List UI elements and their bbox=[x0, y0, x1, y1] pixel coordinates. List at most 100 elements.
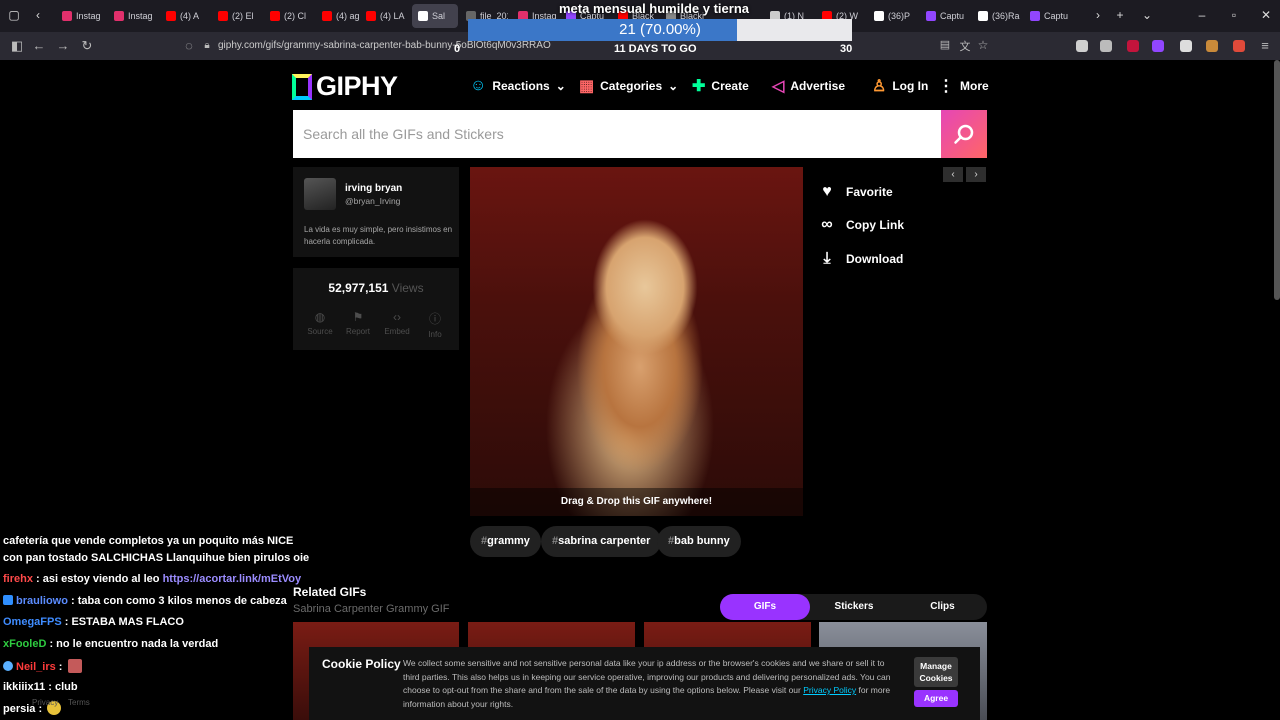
tab-stickers[interactable]: Stickers bbox=[810, 594, 898, 620]
nav-login[interactable]: ♙ Log In bbox=[872, 76, 928, 96]
account-icon[interactable] bbox=[1076, 40, 1088, 52]
chat-username: Neil_irs bbox=[16, 661, 56, 673]
browser-tab[interactable]: Sal bbox=[412, 4, 458, 28]
shield-icon[interactable]: ◌ bbox=[180, 38, 198, 53]
goal-max: 30 bbox=[840, 43, 853, 55]
menu-icon[interactable]: ≡ bbox=[1256, 38, 1274, 53]
puzzle-icon[interactable] bbox=[1180, 40, 1192, 52]
minimize-icon[interactable]: – bbox=[1192, 8, 1212, 22]
next-arrow-icon[interactable]: › bbox=[966, 167, 986, 182]
tag-bab-bunny[interactable]: #bab bunny bbox=[657, 526, 741, 557]
search-input[interactable] bbox=[293, 110, 941, 158]
browser-tab[interactable]: Captu bbox=[1024, 4, 1072, 28]
goal-min: 0 bbox=[454, 43, 461, 55]
tag-grammy[interactable]: #grammy bbox=[470, 526, 541, 557]
nav-reactions[interactable]: ☺ Reactions ⌄ bbox=[470, 76, 566, 96]
tab-favicon-icon bbox=[166, 11, 176, 21]
agree-button[interactable]: Agree bbox=[914, 690, 958, 707]
extension-icon[interactable] bbox=[1233, 40, 1245, 52]
smiley-icon: ☺ bbox=[470, 77, 487, 94]
nav-advertise[interactable]: ◁ Advertise bbox=[772, 76, 845, 96]
nav-create[interactable]: ✚ Create bbox=[692, 76, 749, 96]
tab-favicon-icon bbox=[366, 11, 376, 21]
nav-more[interactable]: ⋮ More bbox=[938, 76, 989, 96]
nav-label: Log In bbox=[892, 79, 929, 93]
chat-username: ikkiiix11 bbox=[3, 681, 46, 693]
info-button[interactable]: ⓘ Info bbox=[415, 310, 455, 339]
giphy-logo[interactable]: GIPHY bbox=[292, 71, 398, 102]
browser-tab[interactable]: (2) El bbox=[212, 4, 260, 28]
download-button[interactable]: ⤓ Download bbox=[818, 249, 903, 269]
nav-label: Create bbox=[711, 79, 749, 93]
browser-tab[interactable]: (4) ag bbox=[316, 4, 364, 28]
new-tab-icon[interactable]: + bbox=[1110, 8, 1130, 22]
grid-icon: ▦ bbox=[579, 78, 595, 95]
sidebar-icon[interactable]: ◧ bbox=[8, 38, 26, 54]
footer-privacy-link[interactable]: Privacy bbox=[32, 698, 58, 707]
tab-favicon-icon bbox=[218, 11, 228, 21]
chat-line: xFooleD : no le encuentro nada la verdad bbox=[3, 638, 218, 650]
browser-tab[interactable]: (4) A bbox=[160, 4, 208, 28]
embed-button[interactable]: ‹› Embed bbox=[377, 310, 417, 336]
report-button[interactable]: ⚑ Report bbox=[338, 310, 378, 336]
user-card: irving bryan @bryan_Irving La vida es mu… bbox=[293, 167, 459, 257]
gif-stats-card: 52,977,151 Views ◍ Source ⚑ Report ‹› Em… bbox=[293, 268, 459, 350]
tag-label: sabrina carpenter bbox=[558, 535, 651, 547]
maximize-icon[interactable]: ▫ bbox=[1224, 8, 1244, 22]
lock-icon[interactable]: 🔒︎ bbox=[198, 40, 216, 51]
browser-tab[interactable]: (36)P bbox=[868, 4, 916, 28]
tab-overview-icon[interactable]: ▢ bbox=[4, 8, 24, 22]
view-count-label: Views bbox=[391, 281, 424, 295]
tab-favicon-icon bbox=[1030, 11, 1040, 21]
tab-clips[interactable]: Clips bbox=[898, 594, 987, 620]
page-scrollbar[interactable] bbox=[1274, 60, 1280, 300]
back-icon[interactable]: ← bbox=[30, 38, 48, 53]
search-button[interactable] bbox=[941, 110, 987, 158]
manage-cookies-button[interactable]: Manage Cookies bbox=[914, 657, 958, 687]
chat-message: : ESTABA MAS FLACO bbox=[61, 616, 184, 628]
extension-icon[interactable] bbox=[1127, 40, 1139, 52]
previous-arrow-icon[interactable]: ‹ bbox=[943, 167, 963, 182]
search-icon bbox=[954, 124, 974, 144]
flag-icon: ⚑ bbox=[352, 310, 364, 324]
tab-label: (4) LA bbox=[380, 11, 405, 21]
tag-sabrina-carpenter[interactable]: #sabrina carpenter bbox=[541, 526, 662, 557]
gif-drag-caption: Drag & Drop this GIF anywhere! bbox=[470, 488, 803, 516]
close-window-icon[interactable]: ✕ bbox=[1256, 8, 1276, 22]
tabs-scroll-right-icon[interactable]: › bbox=[1088, 8, 1108, 22]
browser-tab[interactable]: Instag bbox=[108, 4, 156, 28]
nav-categories[interactable]: ▦ Categories ⌄ bbox=[579, 76, 678, 96]
user-name[interactable]: irving bryan bbox=[345, 183, 402, 194]
favorite-button[interactable]: ♥ Favorite bbox=[818, 182, 893, 202]
extension-icon[interactable] bbox=[1206, 40, 1218, 52]
copy-link-button[interactable]: ∞ Copy Link bbox=[818, 215, 904, 235]
list-all-tabs-icon[interactable]: ⌄ bbox=[1137, 8, 1157, 22]
footer-terms-link[interactable]: Terms bbox=[68, 698, 90, 707]
translate-icon[interactable]: 文 bbox=[956, 38, 974, 54]
tab-label: (36)Ra bbox=[992, 11, 1020, 21]
twitch-extension-icon[interactable] bbox=[1152, 40, 1164, 52]
megaphone-icon: ◁ bbox=[772, 78, 785, 95]
tab-gifs[interactable]: GIFs bbox=[720, 594, 810, 620]
extension-icon[interactable] bbox=[1100, 40, 1112, 52]
browser-tab[interactable]: Captu bbox=[920, 4, 968, 28]
bookmark-star-icon[interactable]: ☆ bbox=[974, 38, 992, 52]
tab-label: (4) A bbox=[180, 11, 200, 21]
browser-tab[interactable]: (36)Ra bbox=[972, 4, 1020, 28]
tab-favicon-icon bbox=[62, 11, 72, 21]
privacy-policy-link[interactable]: Privacy Policy bbox=[803, 685, 856, 695]
gif-image[interactable]: Drag & Drop this GIF anywhere! bbox=[470, 167, 803, 516]
avatar[interactable] bbox=[304, 178, 336, 210]
reload-icon[interactable]: ↻ bbox=[78, 38, 96, 54]
browser-tab[interactable]: (2) Cl bbox=[264, 4, 312, 28]
chat-message: : no le encuentro nada la verdad bbox=[46, 638, 219, 650]
source-button[interactable]: ◍ Source bbox=[300, 310, 340, 336]
user-handle[interactable]: @bryan_Irving bbox=[345, 196, 400, 206]
chat-link[interactable]: https://acortar.link/mEtVoy bbox=[163, 573, 302, 585]
forward-icon[interactable]: → bbox=[54, 38, 72, 53]
browser-tab[interactable]: (4) LA bbox=[360, 4, 408, 28]
tabs-scroll-left-icon[interactable]: ‹ bbox=[28, 8, 48, 22]
favorite-label: Favorite bbox=[846, 185, 893, 199]
browser-tab[interactable]: Instag bbox=[56, 4, 104, 28]
reader-view-icon[interactable]: ▤ bbox=[936, 38, 954, 51]
